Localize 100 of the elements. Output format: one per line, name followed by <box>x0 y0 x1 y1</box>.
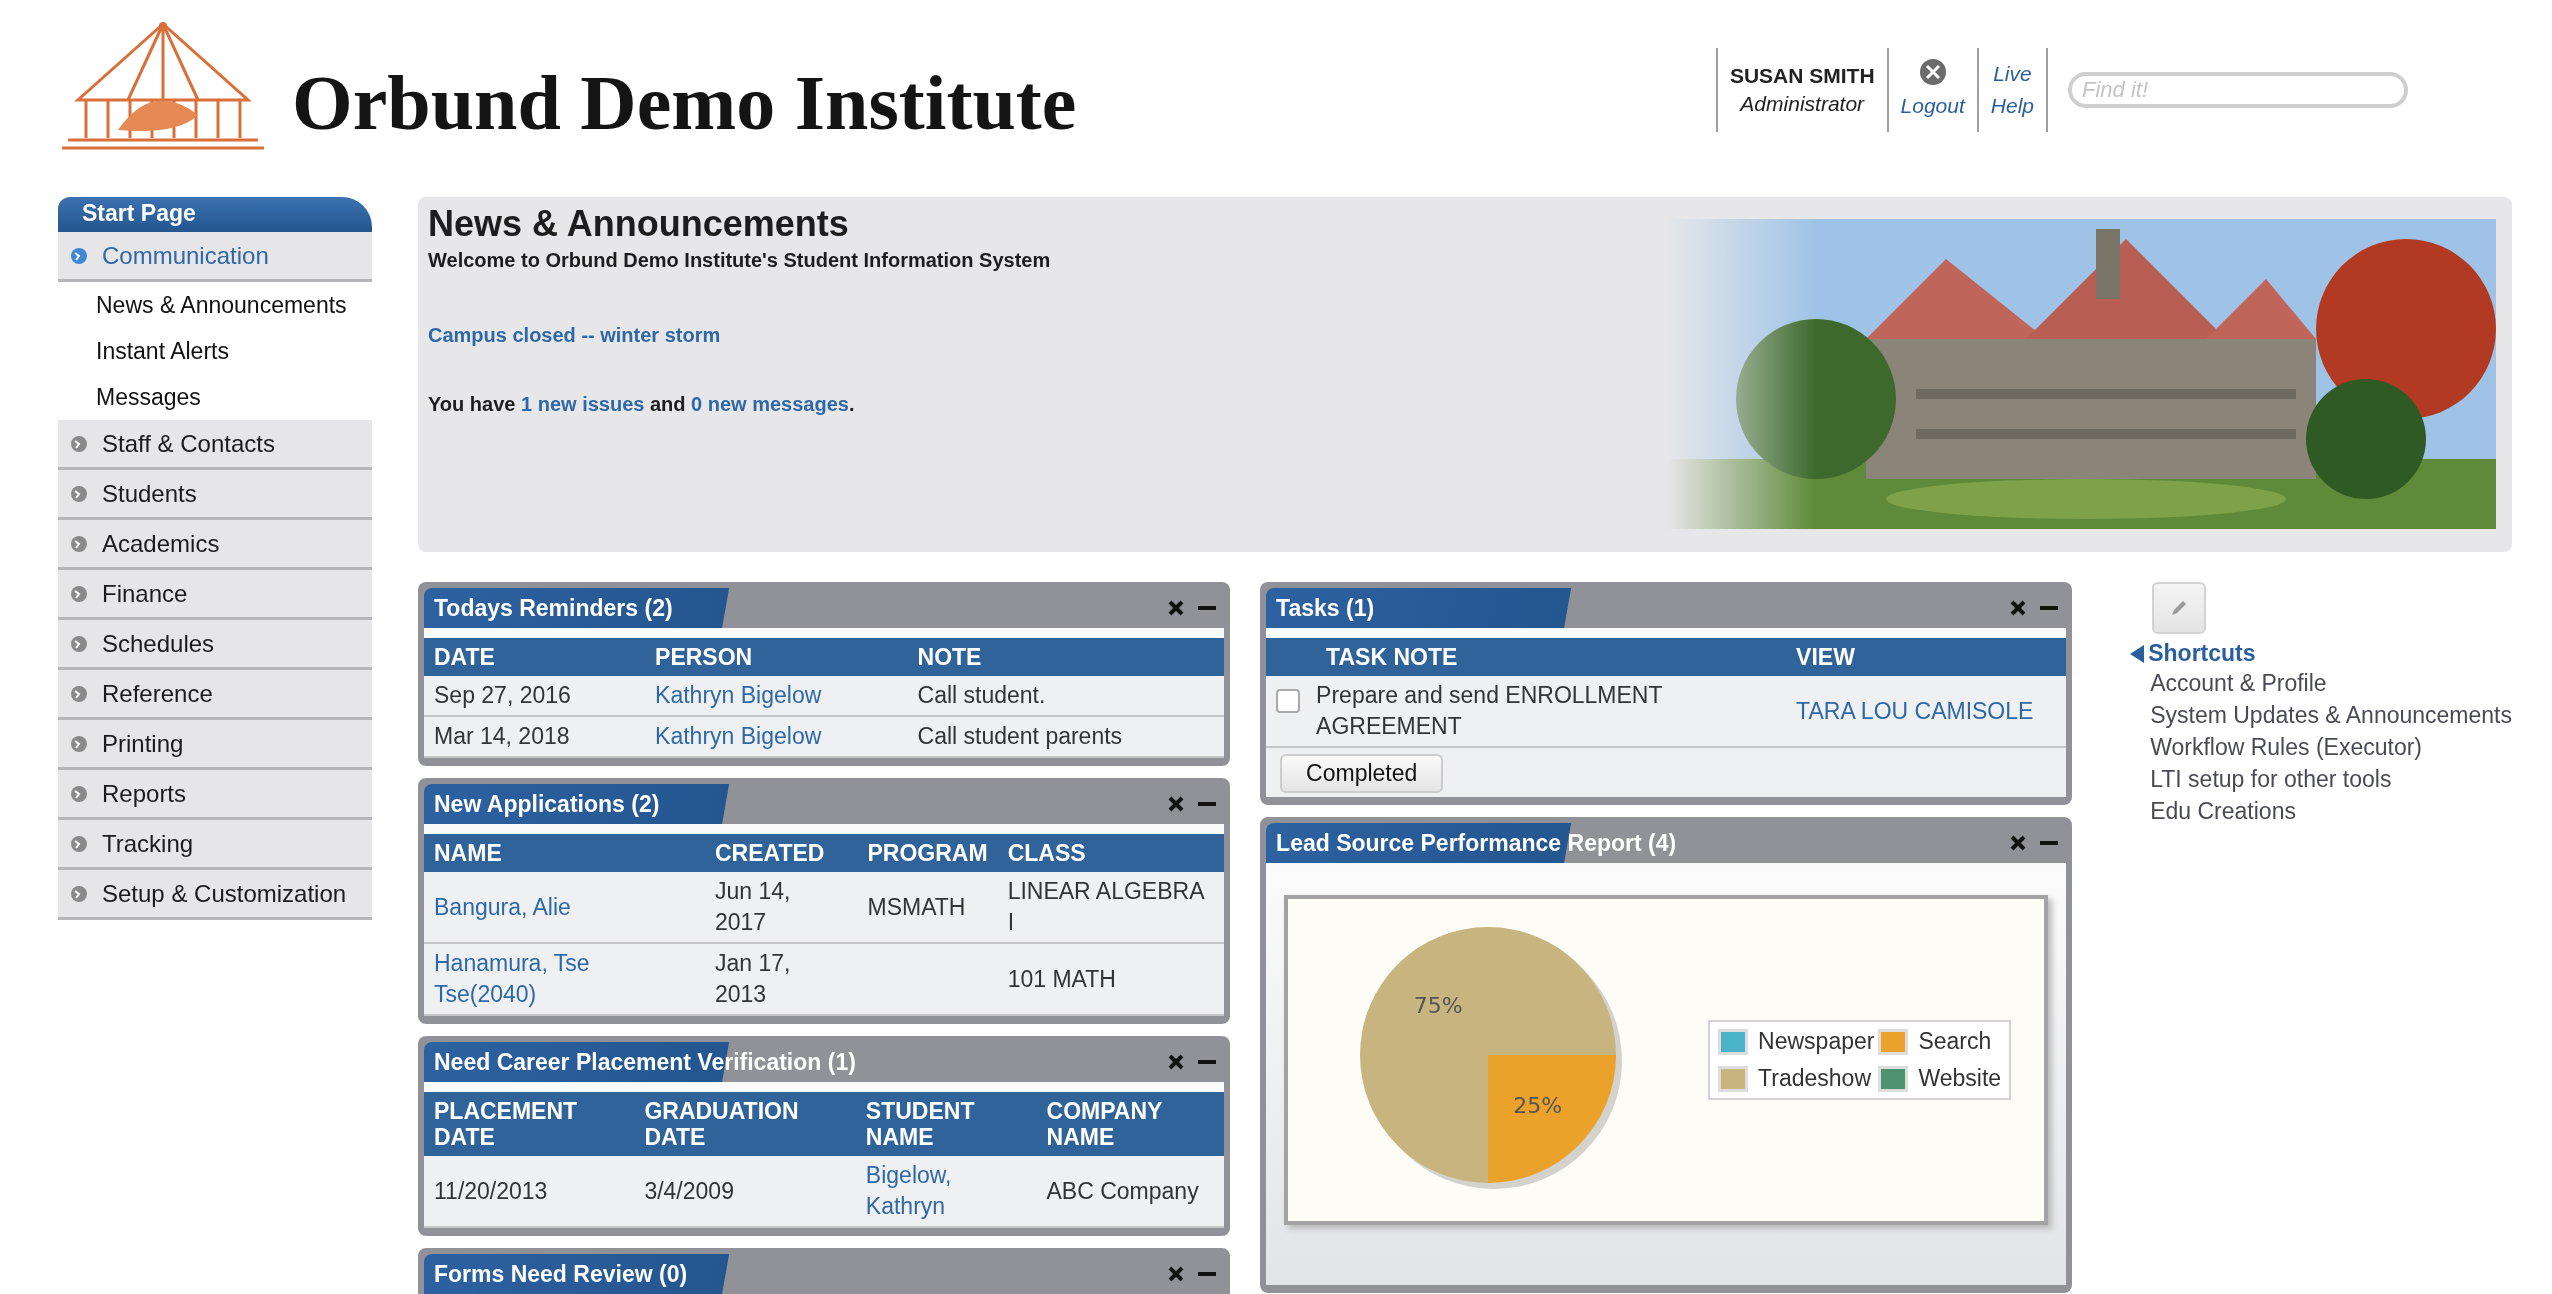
help-link[interactable]: Live Help <box>1990 58 2034 122</box>
site-title: Orbund Demo Institute <box>292 58 1077 148</box>
sidebar-item[interactable]: Reference <box>58 670 372 720</box>
bullet-icon <box>70 434 88 453</box>
bullet-icon <box>70 834 88 853</box>
search-field[interactable]: Find it! <box>2068 72 2408 108</box>
bullet-icon <box>70 784 88 803</box>
minimize-icon[interactable] <box>2040 840 2059 846</box>
logout-link[interactable]: Logout <box>1900 90 1965 122</box>
news-subtitle: Welcome to Orbund Demo Institute's Student Information System <box>428 249 1051 272</box>
sidebar-item[interactable]: Setup & Customization <box>58 870 372 920</box>
shortcuts-title: Shortcuts <box>2148 640 2256 667</box>
legend-swatch <box>1878 1028 1909 1055</box>
legend-label: Newspaper <box>1758 1028 1875 1055</box>
minimize-icon[interactable] <box>1198 1271 1217 1277</box>
close-icon[interactable] <box>1168 1266 1185 1282</box>
table-link[interactable]: Kathryn Bigelow <box>655 680 822 711</box>
close-circle-icon[interactable] <box>1918 58 1947 86</box>
column-header: CLASS <box>997 834 1225 872</box>
table-cell: Call student parents <box>907 716 1225 757</box>
legend-swatch <box>1718 1065 1749 1092</box>
panel-title: Tasks (1) <box>1275 594 1375 622</box>
bullet-icon <box>70 484 88 503</box>
table-cell: 11/20/2013 <box>424 1156 635 1227</box>
sidebar-item[interactable]: Communication <box>58 232 372 282</box>
user-role: Administrator <box>1740 92 1865 116</box>
sidebar-item[interactable]: Finance <box>58 570 372 620</box>
checkbox[interactable] <box>1276 688 1301 713</box>
sidebar-item[interactable]: Reports <box>58 770 372 820</box>
sidebar-item[interactable]: Students <box>58 470 372 520</box>
column-header: STUDENT NAME <box>855 1092 1037 1156</box>
issues-link[interactable]: 1 new issues <box>521 393 645 415</box>
bullet-icon <box>70 884 88 903</box>
user-name: SUSAN SMITH <box>1729 64 1875 88</box>
table-cell: Sep 27, 2016 <box>424 676 646 716</box>
news-headline-link[interactable]: Campus closed -- winter storm <box>428 324 721 347</box>
shortcut-link[interactable]: Account & Profile <box>2150 667 2512 699</box>
table-cell: 101 MATH <box>997 943 1225 1015</box>
bullet-icon <box>70 734 88 753</box>
legend-swatch <box>1878 1065 1909 1092</box>
table-link[interactable]: Bigelow, Kathryn <box>865 1160 1027 1222</box>
column-header: TASK NOTE <box>1316 638 1787 676</box>
message-text: You have 1 new issues and 0 new messages. <box>428 393 855 416</box>
table-cell: LINEAR ALGEBRA I <box>997 872 1225 943</box>
column-header: DATE <box>424 638 646 676</box>
shortcut-link[interactable]: Workflow Rules (Executor) <box>2150 731 2512 763</box>
legend-label: Search <box>1918 1028 1992 1055</box>
collapse-triangle-icon[interactable] <box>2130 644 2145 663</box>
bullet-icon <box>70 634 88 653</box>
table-cell: 3/4/2009 <box>634 1156 856 1227</box>
table-cell: Jan 17, 2013 <box>704 943 858 1015</box>
sidebar-item[interactable]: Printing <box>58 720 372 770</box>
column-header: NAME <box>424 834 705 872</box>
table-cell: MSMATH <box>857 872 998 943</box>
slice-label: 75% <box>1413 993 1463 1019</box>
table-cell: Jun 14, 2017 <box>704 872 858 943</box>
table-cell: ABC Company <box>1036 1156 1225 1227</box>
column-header: PROGRAM <box>857 834 998 872</box>
table-link[interactable]: TARA LOU CAMISOLE <box>1796 695 2034 727</box>
close-icon[interactable] <box>1168 600 1185 616</box>
bullet-icon <box>70 684 88 703</box>
column-header: CREATED <box>704 834 858 872</box>
sidebar-item[interactable]: Schedules <box>58 620 372 670</box>
bullet-icon <box>70 534 88 553</box>
sidebar-header[interactable]: Start Page <box>58 197 372 232</box>
shortcut-link[interactable]: System Updates & Announcements <box>2150 699 2512 731</box>
shortcut-link[interactable]: Edu Creations <box>2150 795 2512 827</box>
sidebar-item[interactable]: Tracking <box>58 820 372 870</box>
column-header: NOTE <box>907 638 1225 676</box>
panel-title: New Applications (2) <box>433 790 660 818</box>
completed-button[interactable]: Completed <box>1280 754 1444 793</box>
panel-title: Todays Reminders (2) <box>433 594 673 622</box>
bullet-icon <box>70 584 88 603</box>
panel-title: Lead Source Performance Report (4) <box>1275 829 1677 857</box>
close-icon[interactable] <box>2010 600 2027 616</box>
messages-link[interactable]: 0 new messages <box>691 393 849 415</box>
panel-title: Forms Need Review (0) <box>433 1260 688 1288</box>
column-header: COMPANY NAME <box>1036 1092 1225 1156</box>
minimize-icon[interactable] <box>1198 605 1217 611</box>
slice-label: 25% <box>1513 1092 1563 1118</box>
close-icon[interactable] <box>2010 835 2027 851</box>
sidebar-item[interactable]: Staff & Contacts <box>58 420 372 470</box>
table-cell: Mar 14, 2018 <box>424 716 646 757</box>
close-icon[interactable] <box>1168 796 1185 812</box>
minimize-icon[interactable] <box>1198 1059 1217 1065</box>
minimize-icon[interactable] <box>1198 801 1217 807</box>
shortcut-link[interactable]: LTI setup for other tools <box>2150 763 2512 795</box>
legend-label: Tradeshow <box>1758 1065 1872 1092</box>
table-link[interactable]: Kathryn Bigelow <box>655 721 822 752</box>
sidebar-item[interactable]: Academics <box>58 520 372 570</box>
table-link[interactable]: Bangura, Alie <box>434 891 571 923</box>
legend-label: Website <box>1918 1065 2002 1092</box>
news-title: News & Announcements <box>428 203 849 245</box>
table-link[interactable]: Hanamura, Tse Tse(2040) <box>434 948 695 1010</box>
bullet-icon <box>70 246 88 265</box>
column-header: VIEW <box>1786 638 2067 676</box>
table-cell: Call student. <box>907 676 1225 716</box>
minimize-icon[interactable] <box>2040 605 2059 611</box>
column-header: PERSON <box>645 638 908 676</box>
close-icon[interactable] <box>1168 1054 1185 1070</box>
